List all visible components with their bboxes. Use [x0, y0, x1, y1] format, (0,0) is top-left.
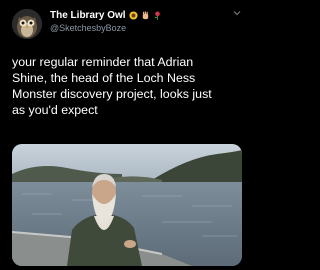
photo-man-on-boat-lake-icon [12, 144, 242, 266]
tweet-text-line: your regular reminder that Adrian [12, 55, 194, 69]
hand-emoji-icon [142, 11, 148, 20]
tweet-text-line: as you'd expect [12, 103, 98, 117]
tweet-text-line: Shine, the head of the Loch Ness [12, 71, 196, 85]
avatar[interactable] [12, 9, 42, 39]
user-handle[interactable]: @SketchesbyBoze [50, 23, 126, 33]
tweet-text-line: Monster discovery project, looks just [12, 87, 212, 101]
sunflower-emoji-icon [129, 11, 138, 20]
tweet-photo[interactable] [12, 144, 242, 266]
display-name-row[interactable]: The Library Owl [50, 10, 162, 21]
tweet[interactable]: The Library Owl @SketchesbyBoze your reg… [0, 0, 254, 270]
rose-emoji-icon [154, 11, 160, 20]
tweet-text: your regular reminder that Adrian Shine,… [12, 54, 246, 118]
display-name[interactable]: The Library Owl [50, 10, 126, 21]
chevron-down-icon[interactable] [232, 8, 242, 18]
owl-avatar-icon [12, 9, 42, 39]
